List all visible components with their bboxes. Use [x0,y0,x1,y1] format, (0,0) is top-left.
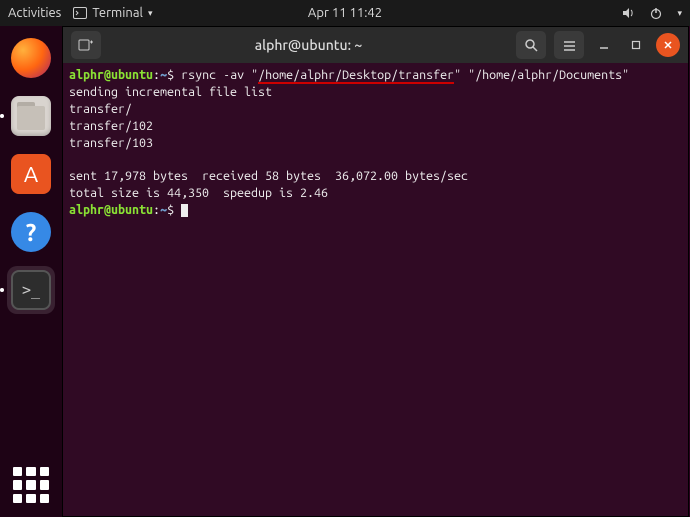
terminal-window: alphr@ubuntu: ~ alphr@ubuntu:~$ rsync -a… [62,26,689,517]
new-tab-button[interactable] [71,31,101,59]
maximize-icon [631,40,641,50]
terminal-output[interactable]: alphr@ubuntu:~$ rsync -av "/home/alphr/D… [63,63,688,516]
output-line: transfer/102 [69,119,153,133]
output-line: transfer/ [69,102,132,116]
output-line: sent 17,978 bytes received 58 bytes 36,0… [69,169,468,183]
search-icon [524,38,539,53]
new-tab-icon [78,37,94,53]
terminal-icon: >_ [11,270,51,310]
search-button[interactable] [516,31,546,59]
dock: A ? >_ [0,26,62,517]
show-applications-button[interactable] [13,467,49,503]
power-icon[interactable] [649,6,663,20]
dock-terminal[interactable]: >_ [7,266,55,314]
terminal-indicator-icon [73,6,87,20]
hamburger-icon [562,38,577,53]
window-title: alphr@ubuntu: ~ [109,37,508,53]
cmd-dest-path: "/home/alphr/Documents" [468,68,629,82]
software-center-icon: A [11,154,51,194]
menu-button[interactable] [554,31,584,59]
output-line: transfer/103 [69,136,153,150]
help-icon: ? [11,212,51,252]
firefox-icon [11,38,51,78]
close-icon [663,40,673,50]
dock-files[interactable] [7,92,55,140]
dock-help[interactable]: ? [7,208,55,256]
volume-icon[interactable] [621,6,635,20]
titlebar: alphr@ubuntu: ~ [63,27,688,63]
dock-firefox[interactable] [7,34,55,82]
app-menu[interactable]: Terminal ▾ [73,6,152,20]
cursor [181,204,188,217]
system-menu-chevron-icon[interactable]: ▾ [677,8,682,19]
top-bar: Activities Terminal ▾ Apr 11 11:42 ▾ [0,0,690,26]
cmd-text: rsync -av [174,68,251,82]
chevron-down-icon: ▾ [148,8,153,19]
prompt-user: alphr [69,68,104,82]
close-button[interactable] [656,33,680,57]
cmd-source-path: /home/alphr/Desktop/transfer [258,68,454,84]
activities-button[interactable]: Activities [8,6,61,20]
output-line: total size is 44,350 speedup is 2.46 [69,186,328,200]
maximize-button[interactable] [624,33,648,57]
files-icon [11,96,51,136]
app-menu-label: Terminal [92,6,143,20]
minimize-icon [599,40,609,50]
output-line: sending incremental file list [69,85,272,99]
clock[interactable]: Apr 11 11:42 [308,6,382,20]
minimize-button[interactable] [592,33,616,57]
dock-software[interactable]: A [7,150,55,198]
prompt-host: ubuntu [111,68,153,82]
